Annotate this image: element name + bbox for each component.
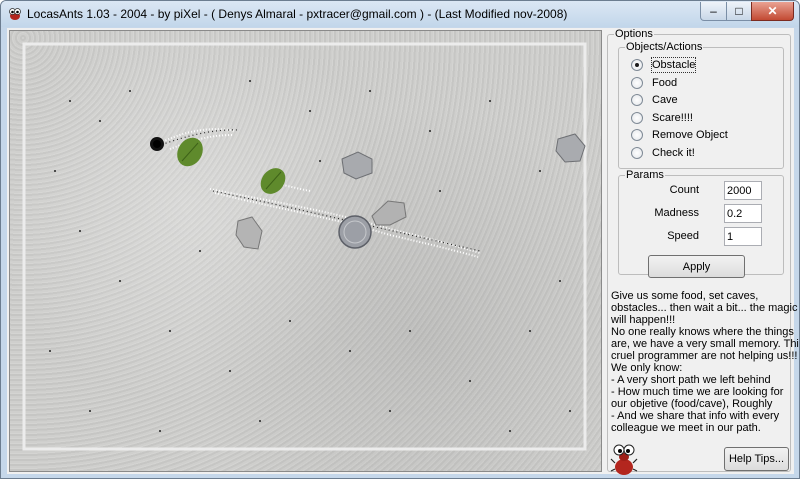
minimize-icon: – [710,4,717,18]
food-leaf[interactable] [172,133,208,171]
radio-label: Scare!!!! [652,112,693,124]
radio-label: Cave [652,94,678,106]
close-icon: ✕ [767,4,778,18]
radio-button[interactable] [631,129,643,141]
radio-label: Remove Object [652,129,728,141]
apply-button[interactable]: Apply [648,255,745,278]
info-line: colleague we meet in our path. [611,422,761,434]
radio-label: Obstacle [650,57,697,73]
ant-logo-icon [610,444,638,475]
ant-icon [9,8,21,20]
radio-remove-object[interactable]: Remove Object [631,127,728,143]
ant-swarm [49,80,571,432]
info-line: No one really knows where the things [611,326,794,338]
options-panel: Options Objects/Actions Obstacle Food Ca… [605,28,799,475]
close-button[interactable]: ✕ [751,2,794,21]
info-text: Give us some food, set caves, obstacles.… [611,290,800,434]
radio-button[interactable] [631,112,643,124]
radio-label: Check it! [652,147,695,159]
info-line: will happen!!! [611,314,676,326]
radio-check-it[interactable]: Check it! [631,145,695,161]
window-title: LocasAnts 1.03 - 2004 - by piXel - ( Den… [27,7,568,21]
info-line: - How much time we are looking for [611,386,784,398]
info-line: Give us some food, set caves, [611,290,759,302]
info-line: We only know: [611,362,683,374]
food-leaf[interactable] [256,163,291,199]
obstacle-rock[interactable] [371,200,407,226]
info-line: - A very short path we left behind [611,374,771,386]
obstacle-rock[interactable] [341,151,373,180]
madness-label: Madness [654,207,699,219]
radio-cave[interactable]: Cave [631,92,678,108]
radio-scare[interactable]: Scare!!!! [631,110,693,126]
obstacle-rock[interactable] [555,133,586,163]
speed-label: Speed [667,230,699,242]
radio-food[interactable]: Food [631,75,677,91]
cave[interactable] [150,137,164,151]
app-window: LocasAnts 1.03 - 2004 - by piXel - ( Den… [0,0,800,479]
radio-button[interactable] [631,77,643,89]
speed-input[interactable] [724,227,762,246]
title-bar[interactable]: LocasAnts 1.03 - 2004 - by piXel - ( Den… [1,1,799,27]
simulation-canvas[interactable] [9,30,602,472]
help-tips-button[interactable]: Help Tips... [724,447,789,471]
radio-label: Food [652,77,678,89]
arena-boundary [22,42,587,451]
info-line: are, we have a very small memory. This [611,338,800,350]
radio-button[interactable] [631,59,643,71]
objects-actions-group: Objects/Actions Obstacle Food Cave Scare… [618,41,784,169]
radio-obstacle[interactable]: Obstacle [631,57,697,73]
params-title: Params [625,169,665,181]
obstacle-rock[interactable] [235,216,263,250]
objects-actions-title: Objects/Actions [625,41,704,53]
radio-button[interactable] [631,94,643,106]
ant-trail-dark [157,129,481,252]
maximize-icon: □ [735,4,743,18]
info-line: - And we share that info with every [611,410,780,422]
options-title: Options [614,28,654,40]
maximize-button[interactable]: □ [726,2,752,21]
info-line: cruel programmer are not helping us!!! [611,350,798,362]
minimize-button[interactable]: – [700,2,727,21]
options-group: Options Objects/Actions Obstacle Food Ca… [607,28,799,475]
simulation-scene [22,42,587,451]
info-line: obstacles... then wait a bit... the magi… [611,302,798,314]
count-input[interactable] [724,181,762,200]
madness-input[interactable] [724,204,762,223]
client-area: Options Objects/Actions Obstacle Food Ca… [7,28,799,475]
pheromone-trail [159,128,481,258]
info-line: our objetive (food/cave), Roughly [611,398,773,410]
count-label: Count [669,184,699,196]
radio-button[interactable] [631,147,643,159]
obstacle-coin[interactable] [338,215,372,249]
